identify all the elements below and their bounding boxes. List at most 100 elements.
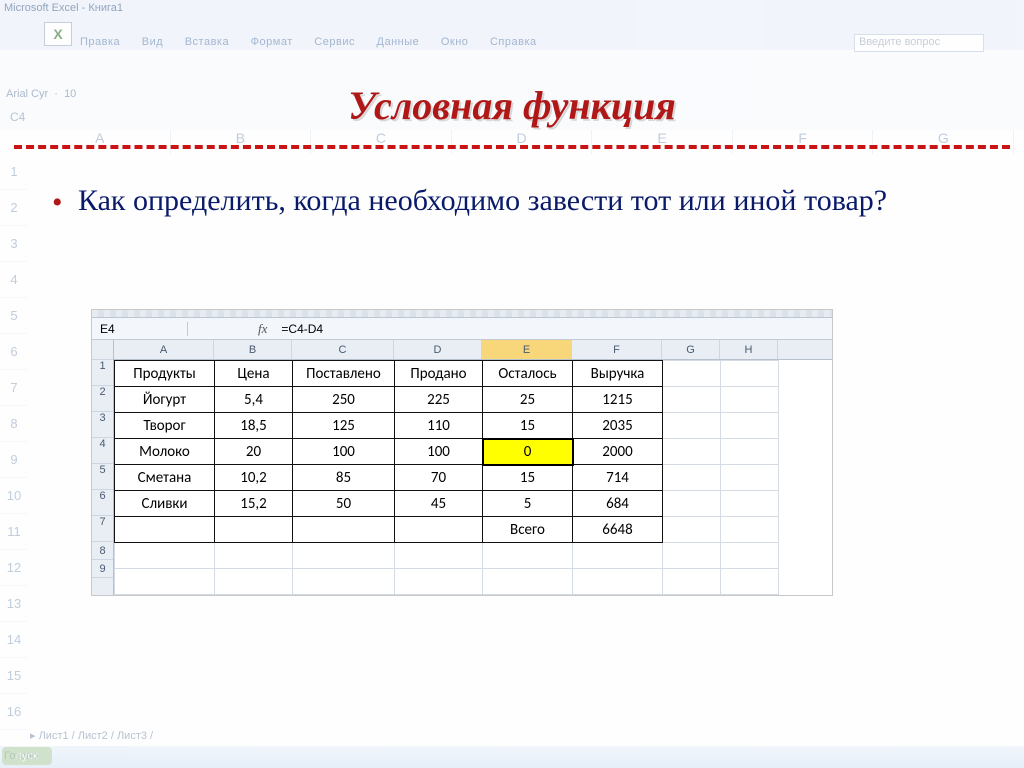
cell[interactable]: Творог [115,413,215,439]
col-header[interactable]: F [572,340,662,359]
cell[interactable] [115,517,215,543]
header-cell[interactable]: Выручка [573,361,663,387]
empty-cell[interactable] [483,543,573,569]
empty-cell[interactable] [215,543,293,569]
empty-cell[interactable] [215,569,293,595]
row-header[interactable]: 5 [92,464,113,490]
cell[interactable]: 2035 [573,413,663,439]
empty-cell[interactable] [663,569,721,595]
table-row: Сливки 15,2 50 45 5 684 [115,491,779,517]
header-cell[interactable]: Осталось [483,361,573,387]
empty-cell[interactable] [721,543,779,569]
cell[interactable] [293,517,395,543]
empty-cell[interactable] [293,543,395,569]
empty-cell[interactable] [663,491,721,517]
fx-icon[interactable]: fx [248,321,277,337]
col-header[interactable]: A [114,340,214,359]
row-header[interactable]: 4 [92,438,113,464]
formula-bar: E4 fx =C4-D4 [92,318,832,340]
empty-cell[interactable] [721,569,779,595]
cell[interactable]: 250 [293,387,395,413]
table-row: Молоко 20 100 100 0 2000 [115,439,779,465]
cell[interactable]: 15 [483,465,573,491]
cell[interactable]: Сметана [115,465,215,491]
empty-cell[interactable] [293,569,395,595]
header-cell[interactable]: Поставлено [293,361,395,387]
cell[interactable]: 70 [395,465,483,491]
empty-cell[interactable] [721,413,779,439]
active-cell[interactable]: 0 [483,439,573,465]
empty-cell[interactable] [663,413,721,439]
empty-cell[interactable] [573,543,663,569]
cell[interactable]: 15,2 [215,491,293,517]
empty-cell[interactable] [395,543,483,569]
cell[interactable]: 45 [395,491,483,517]
cell[interactable]: Йогурт [115,387,215,413]
empty-cell[interactable] [721,439,779,465]
cell[interactable]: 100 [293,439,395,465]
cell[interactable]: 18,5 [215,413,293,439]
cell[interactable]: 10,2 [215,465,293,491]
name-box[interactable]: E4 [92,322,188,336]
empty-cell[interactable] [663,465,721,491]
col-header[interactable]: D [394,340,482,359]
row-header[interactable]: 1 [92,360,113,386]
total-label-cell[interactable]: Всего [483,517,573,543]
header-cell[interactable]: Продукты [115,361,215,387]
empty-cell[interactable] [663,517,721,543]
cell[interactable]: 714 [573,465,663,491]
cell[interactable]: 2000 [573,439,663,465]
col-header[interactable]: B [214,340,292,359]
cell[interactable]: Молоко [115,439,215,465]
table-total-row: Всего 6648 [115,517,779,543]
formula-input[interactable]: =C4-D4 [277,322,323,336]
empty-cell[interactable] [663,387,721,413]
empty-cell[interactable] [721,517,779,543]
total-value-cell[interactable]: 6648 [573,517,663,543]
row-header[interactable]: 6 [92,490,113,516]
cell[interactable]: 50 [293,491,395,517]
cell[interactable]: 85 [293,465,395,491]
cell[interactable]: Сливки [115,491,215,517]
cell[interactable]: 15 [483,413,573,439]
empty-cell[interactable] [721,387,779,413]
empty-cell[interactable] [721,465,779,491]
cell[interactable] [395,517,483,543]
cell[interactable]: 100 [395,439,483,465]
cell[interactable]: 5 [483,491,573,517]
table-row [115,569,779,595]
col-header[interactable]: G [662,340,720,359]
row-header[interactable]: 7 [92,516,113,542]
row-header[interactable]: 3 [92,412,113,438]
empty-cell[interactable] [721,491,779,517]
empty-cell[interactable] [115,569,215,595]
col-header[interactable]: C [292,340,394,359]
cell[interactable]: 5,4 [215,387,293,413]
table-header-row: Продукты Цена Поставлено Продано Осталос… [115,361,779,387]
select-all-corner[interactable] [92,340,113,360]
empty-cell[interactable] [721,361,779,387]
cell[interactable]: 110 [395,413,483,439]
cell[interactable]: 20 [215,439,293,465]
row-header[interactable]: 9 [92,560,113,578]
empty-cell[interactable] [663,361,721,387]
header-cell[interactable]: Цена [215,361,293,387]
empty-cell[interactable] [395,569,483,595]
header-cell[interactable]: Продано [395,361,483,387]
cell[interactable]: 225 [395,387,483,413]
row-header[interactable]: 2 [92,386,113,412]
col-header[interactable]: H [720,340,778,359]
empty-cell[interactable] [663,543,721,569]
empty-cell[interactable] [483,569,573,595]
row-header-gutter: 1 2 3 4 5 6 7 8 9 [92,340,114,595]
cell[interactable]: 1215 [573,387,663,413]
col-header-active[interactable]: E [482,340,572,359]
empty-cell[interactable] [115,543,215,569]
row-header[interactable]: 8 [92,542,113,560]
empty-cell[interactable] [663,439,721,465]
empty-cell[interactable] [573,569,663,595]
cell[interactable]: 684 [573,491,663,517]
cell[interactable]: 25 [483,387,573,413]
cell[interactable]: 125 [293,413,395,439]
cell[interactable] [215,517,293,543]
